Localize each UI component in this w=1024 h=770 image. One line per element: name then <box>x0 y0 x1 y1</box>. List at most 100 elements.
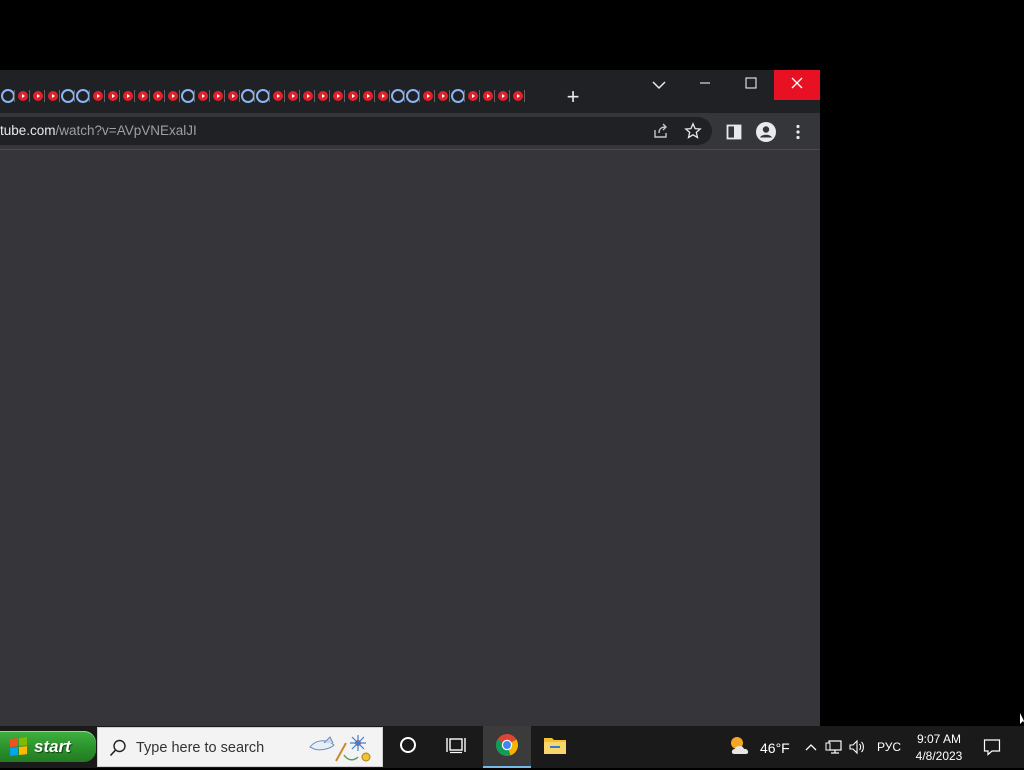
tab-loading-spinner-icon <box>180 89 195 103</box>
browser-tab[interactable] <box>435 83 450 109</box>
chrome-taskbar-button[interactable] <box>483 726 531 768</box>
browser-tab[interactable] <box>225 83 240 109</box>
browser-tab[interactable] <box>360 83 375 109</box>
language-indicator[interactable]: РУС <box>877 740 901 754</box>
tab-loading-spinner-icon <box>450 89 465 103</box>
browser-tab[interactable] <box>180 83 195 109</box>
browser-tab[interactable] <box>270 83 285 109</box>
browser-tab[interactable] <box>315 83 330 109</box>
youtube-favicon-icon <box>212 91 223 101</box>
weather-icon[interactable] <box>728 734 754 758</box>
youtube-favicon-icon <box>497 91 508 101</box>
browser-tab[interactable] <box>105 83 120 109</box>
browser-tab[interactable] <box>90 83 105 109</box>
url-path: /watch?v=AVpVNExalJI <box>55 123 197 138</box>
address-url[interactable]: tube.com/watch?v=AVpVNExalJI <box>0 117 197 145</box>
browser-tab[interactable] <box>480 83 495 109</box>
browser-tab[interactable] <box>0 83 15 109</box>
file-explorer-button[interactable] <box>531 726 579 768</box>
browser-tab[interactable] <box>150 83 165 109</box>
taskbar-search-box[interactable]: Type here to search <box>97 727 383 767</box>
youtube-favicon-icon <box>287 91 298 101</box>
browser-tab[interactable] <box>210 83 225 109</box>
youtube-favicon-icon <box>377 91 388 101</box>
browser-tab[interactable] <box>420 83 435 109</box>
browser-tab[interactable] <box>300 83 315 109</box>
browser-tab[interactable] <box>120 83 135 109</box>
network-icon[interactable] <box>824 737 844 757</box>
chrome-icon <box>495 733 519 762</box>
tab-loading-spinner-icon <box>240 89 255 103</box>
browser-tab[interactable] <box>405 83 420 109</box>
youtube-favicon-icon <box>122 91 133 101</box>
clock-date[interactable]: 4/8/2023 <box>914 749 964 763</box>
browser-tab[interactable] <box>60 83 75 109</box>
browser-tab[interactable] <box>330 83 345 109</box>
volume-icon[interactable] <box>847 737 867 757</box>
bookmark-star-icon[interactable] <box>683 121 703 141</box>
youtube-favicon-icon <box>302 91 313 101</box>
browser-tab[interactable] <box>375 83 390 109</box>
youtube-favicon-icon <box>332 91 343 101</box>
youtube-favicon-icon <box>227 91 238 101</box>
browser-tab[interactable] <box>390 83 405 109</box>
search-highlight-illustration <box>306 731 376 765</box>
browser-tab[interactable] <box>165 83 180 109</box>
browser-tab[interactable] <box>75 83 90 109</box>
share-icon[interactable] <box>651 121 671 141</box>
browser-tab[interactable] <box>15 83 30 109</box>
minimize-icon <box>699 76 711 94</box>
youtube-favicon-icon <box>107 91 118 101</box>
browser-tab[interactable] <box>495 83 510 109</box>
cortana-button[interactable] <box>384 726 432 768</box>
youtube-favicon-icon <box>152 91 163 101</box>
tab-separator <box>524 90 525 102</box>
tab-search-chevron-icon[interactable] <box>648 74 670 96</box>
weather-temperature[interactable]: 46°F <box>760 740 790 756</box>
maximize-icon <box>745 76 757 94</box>
start-button[interactable]: start <box>0 731 96 762</box>
chevron-up-icon[interactable] <box>801 737 821 757</box>
browser-tab[interactable] <box>450 83 465 109</box>
browser-tab[interactable] <box>345 83 360 109</box>
side-panel-icon[interactable] <box>723 121 745 143</box>
start-label: start <box>34 736 71 756</box>
tab-strip: + <box>0 70 820 113</box>
menu-kebab-icon[interactable] <box>787 121 809 143</box>
browser-tab[interactable] <box>255 83 270 109</box>
youtube-favicon-icon <box>137 91 148 101</box>
url-host: tube.com <box>0 123 56 138</box>
browser-tab[interactable] <box>285 83 300 109</box>
browser-tab[interactable] <box>195 83 210 109</box>
youtube-favicon-icon <box>167 91 178 101</box>
browser-tab[interactable] <box>240 83 255 109</box>
minimize-button[interactable] <box>682 70 728 100</box>
close-icon <box>790 76 804 95</box>
browser-tab[interactable] <box>45 83 60 109</box>
browser-tab[interactable] <box>510 83 525 109</box>
new-tab-button[interactable]: + <box>560 84 586 110</box>
cortana-icon <box>399 736 417 759</box>
task-view-button[interactable] <box>432 726 480 768</box>
youtube-favicon-icon <box>317 91 328 101</box>
profile-icon[interactable] <box>755 121 777 143</box>
youtube-favicon-icon <box>467 91 478 101</box>
browser-tab[interactable] <box>30 83 45 109</box>
page-content[interactable] <box>0 150 820 726</box>
youtube-favicon-icon <box>32 91 43 101</box>
browser-tab[interactable] <box>135 83 150 109</box>
tab-loading-spinner-icon <box>60 89 75 103</box>
notification-center-icon[interactable] <box>982 737 1002 757</box>
browser-window: + tube.com/watch?v=AVpVNExalJI <box>0 70 820 726</box>
taskbar: start Type here to search 46°F РУС 9:07 … <box>0 726 1024 768</box>
clock-time[interactable]: 9:07 AM <box>916 732 962 746</box>
tab-loading-spinner-icon <box>405 89 420 103</box>
youtube-favicon-icon <box>272 91 283 101</box>
address-bar[interactable]: tube.com/watch?v=AVpVNExalJI <box>0 117 712 145</box>
mouse-cursor <box>1020 713 1024 727</box>
browser-tab[interactable] <box>465 83 480 109</box>
close-window-button[interactable] <box>774 70 820 100</box>
youtube-favicon-icon <box>437 91 448 101</box>
maximize-button[interactable] <box>728 70 774 100</box>
windows-flag-icon <box>10 736 28 757</box>
